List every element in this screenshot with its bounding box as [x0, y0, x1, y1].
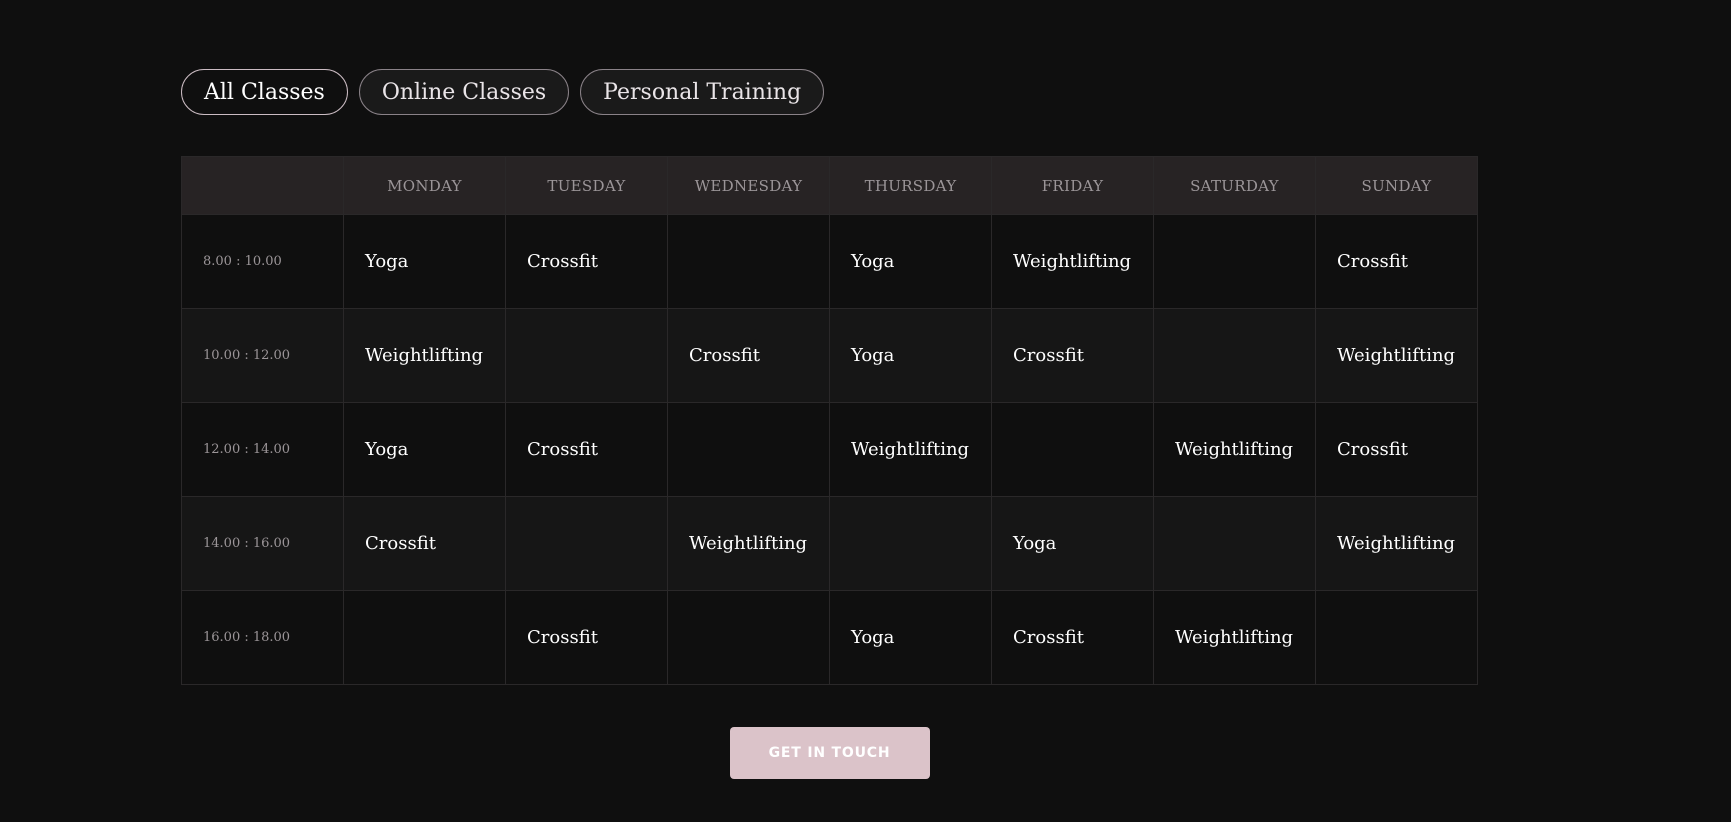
class-cell — [1153, 214, 1316, 309]
class-cell: Crossfit — [505, 214, 668, 309]
class-cell — [667, 402, 830, 497]
tab-all-classes[interactable]: All Classes — [181, 69, 348, 115]
class-cell — [1315, 590, 1478, 685]
class-cell: Crossfit — [343, 496, 506, 591]
time-slot: 10.00 : 12.00 — [181, 308, 344, 403]
day-header-wednesday: WEDNESDAY — [667, 156, 830, 215]
class-cell: Weightlifting — [991, 214, 1154, 309]
table-row: 8.00 : 10.00 Yoga Crossfit Yoga Weightli… — [181, 214, 1478, 309]
get-in-touch-button[interactable]: GET IN TOUCH — [729, 727, 930, 779]
class-cell: Weightlifting — [829, 402, 992, 497]
class-cell — [667, 214, 830, 309]
day-header-friday: FRIDAY — [991, 156, 1154, 215]
table-row: 10.00 : 12.00 Weightlifting Crossfit Yog… — [181, 308, 1478, 403]
class-cell: Yoga — [829, 214, 992, 309]
class-cell — [667, 590, 830, 685]
class-cell: Crossfit — [1315, 214, 1478, 309]
class-cell: Yoga — [343, 402, 506, 497]
class-schedule-table: MONDAY TUESDAY WEDNESDAY THURSDAY FRIDAY… — [181, 156, 1478, 685]
class-cell: Yoga — [343, 214, 506, 309]
day-header-monday: MONDAY — [343, 156, 506, 215]
class-cell: Weightlifting — [667, 496, 830, 591]
schedule-header-row: MONDAY TUESDAY WEDNESDAY THURSDAY FRIDAY… — [181, 156, 1478, 215]
time-slot: 8.00 : 10.00 — [181, 214, 344, 309]
tab-personal-training[interactable]: Personal Training — [580, 69, 825, 115]
class-cell: Weightlifting — [1153, 590, 1316, 685]
day-header-tuesday: TUESDAY — [505, 156, 668, 215]
class-cell — [505, 496, 668, 591]
time-slot: 14.00 : 16.00 — [181, 496, 344, 591]
time-slot: 12.00 : 14.00 — [181, 402, 344, 497]
class-cell — [829, 496, 992, 591]
table-row: 16.00 : 18.00 Crossfit Yoga Crossfit Wei… — [181, 590, 1478, 685]
class-cell: Crossfit — [1315, 402, 1478, 497]
class-cell — [991, 402, 1154, 497]
class-cell: Yoga — [991, 496, 1154, 591]
cta-container: GET IN TOUCH — [181, 727, 1478, 779]
class-cell — [505, 308, 668, 403]
class-cell: Crossfit — [991, 308, 1154, 403]
class-cell — [1153, 496, 1316, 591]
class-cell: Crossfit — [505, 590, 668, 685]
time-slot: 16.00 : 18.00 — [181, 590, 344, 685]
class-cell — [1153, 308, 1316, 403]
header-corner-cell — [181, 156, 344, 215]
table-row: 12.00 : 14.00 Yoga Crossfit Weightliftin… — [181, 402, 1478, 497]
day-header-sunday: SUNDAY — [1315, 156, 1478, 215]
class-cell: Crossfit — [991, 590, 1154, 685]
class-cell: Crossfit — [505, 402, 668, 497]
schedule-section: All Classes Online Classes Personal Trai… — [181, 69, 1478, 779]
class-cell: Crossfit — [667, 308, 830, 403]
class-cell: Weightlifting — [1315, 496, 1478, 591]
class-filter-tabs: All Classes Online Classes Personal Trai… — [181, 69, 1478, 115]
class-cell: Yoga — [829, 308, 992, 403]
class-cell: Weightlifting — [1153, 402, 1316, 497]
class-cell: Weightlifting — [343, 308, 506, 403]
day-header-thursday: THURSDAY — [829, 156, 992, 215]
table-row: 14.00 : 16.00 Crossfit Weightlifting Yog… — [181, 496, 1478, 591]
class-cell — [343, 590, 506, 685]
class-cell: Weightlifting — [1315, 308, 1478, 403]
tab-online-classes[interactable]: Online Classes — [358, 69, 570, 115]
class-cell: Yoga — [829, 590, 992, 685]
day-header-saturday: SATURDAY — [1153, 156, 1316, 215]
